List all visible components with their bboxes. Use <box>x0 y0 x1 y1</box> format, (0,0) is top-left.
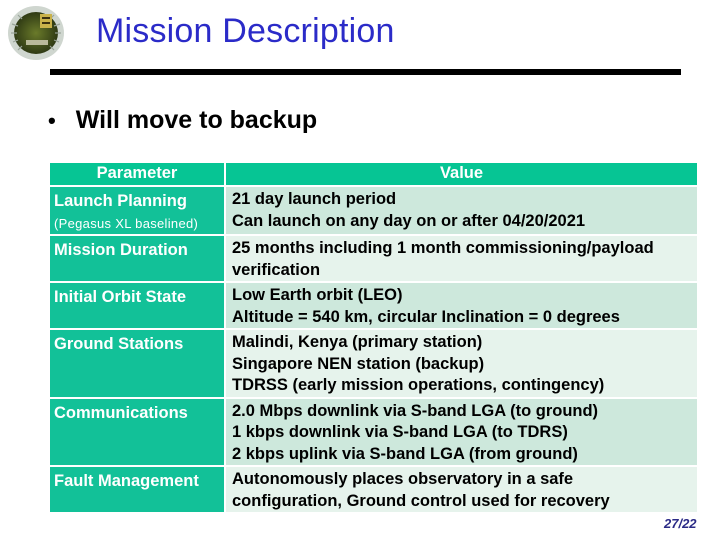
value-cell: Autonomously places observatory in a saf… <box>226 467 697 514</box>
table-row-launch-planning: Launch Planning (Pegasus XL baselined) 2… <box>50 187 697 236</box>
parameter-label: Communications <box>54 403 188 422</box>
header-parameter: Parameter <box>50 163 226 187</box>
table-row-communications: Communications 2.0 Mbps downlink via S-b… <box>50 398 697 467</box>
value-line: Altitude = 540 km, circular Inclination … <box>232 307 620 326</box>
value-cell: 21 day launch period Can launch on any d… <box>226 187 697 236</box>
page-number: 27/22 <box>664 516 697 531</box>
value-line: 21 day launch period <box>232 190 397 208</box>
table-row-initial-orbit-state: Initial Orbit State Low Earth orbit (LEO… <box>50 283 697 330</box>
parameter-cell: Communications <box>50 398 226 467</box>
value-line: Can launch on any day on or after 04/20/… <box>232 211 586 230</box>
value-cell: Malindi, Kenya (primary station) Singapo… <box>226 330 697 399</box>
value-cell: Low Earth orbit (LEO) Altitude = 540 km,… <box>226 283 697 330</box>
parameter-label: Launch Planning <box>54 192 187 210</box>
slide-title: Mission Description <box>96 12 395 50</box>
value-line: 2 kbps uplink via S-band LGA (from groun… <box>232 444 578 463</box>
header-value: Value <box>226 163 697 187</box>
value-line: TDRSS (early mission operations, conting… <box>232 376 605 394</box>
value-line: Low Earth orbit (LEO) <box>232 286 403 304</box>
parameter-label: Mission Duration <box>54 241 188 259</box>
value-cell: 2.0 Mbps downlink via S-band LGA (to gro… <box>226 398 697 467</box>
parameter-cell: Mission Duration <box>50 236 226 283</box>
emblem-seal-icon <box>6 4 66 62</box>
title-divider <box>50 69 681 75</box>
bullet-dot-icon: • <box>48 107 56 133</box>
value-line: verification <box>232 260 321 279</box>
parameter-cell: Ground Stations <box>50 330 226 399</box>
parameter-cell: Fault Management <box>50 467 226 514</box>
value-line: configuration, Ground control used for r… <box>232 491 610 510</box>
value-line: Malindi, Kenya (primary station) <box>232 333 483 351</box>
table-header-row: Parameter Value <box>50 163 697 187</box>
value-line: Autonomously places observatory in a saf… <box>232 470 574 488</box>
table-row-fault-management: Fault Management Autonomously places obs… <box>50 467 697 514</box>
table-row-ground-stations: Ground Stations Malindi, Kenya (primary … <box>50 330 697 399</box>
parameter-label: Ground Stations <box>54 335 184 353</box>
value-cell: 25 months including 1 month commissionin… <box>226 236 697 283</box>
value-line: 25 months including 1 month commissionin… <box>232 239 654 257</box>
mission-parameters-table: Parameter Value Launch Planning (Pegasus… <box>50 163 697 514</box>
parameter-label: Fault Management <box>54 472 199 490</box>
table-row-mission-duration: Mission Duration 25 months including 1 m… <box>50 236 697 283</box>
bullet-text: Will move to backup <box>75 106 318 134</box>
value-line: 1 kbps downlink via S-band LGA (to TDRS) <box>232 423 568 441</box>
value-line: 2.0 Mbps downlink via S-band LGA (to gro… <box>232 401 599 420</box>
bullet-item: • Will move to backup <box>48 106 317 135</box>
parameter-note: (Pegasus XL baselined) <box>54 215 199 231</box>
parameter-cell: Initial Orbit State <box>50 283 226 330</box>
parameter-cell: Launch Planning (Pegasus XL baselined) <box>50 187 226 236</box>
parameter-label: Initial Orbit State <box>54 288 187 306</box>
value-line: Singapore NEN station (backup) <box>232 354 485 373</box>
